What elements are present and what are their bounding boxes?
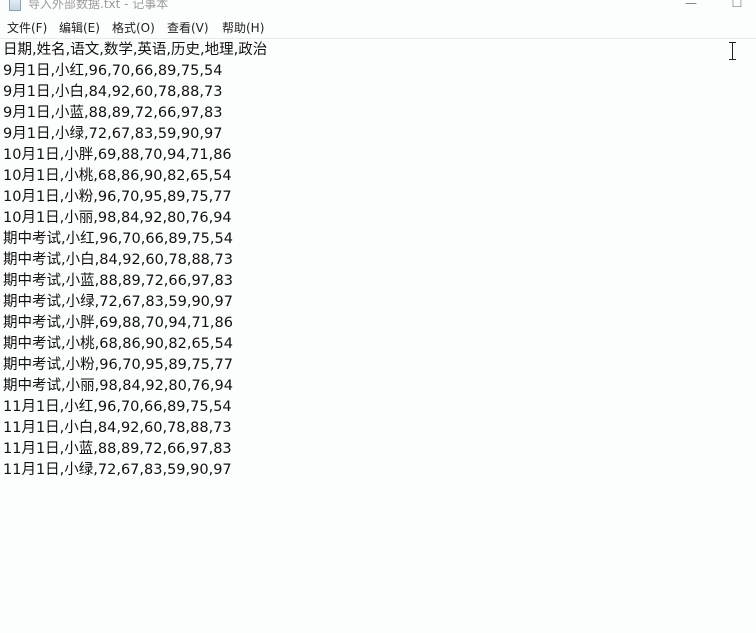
text-line[interactable]: 9月1日,小白,84,92,60,78,88,73 (3, 82, 267, 103)
menu-view[interactable]: 查看(V) (167, 19, 209, 37)
text-line[interactable]: 期中考试,小红,96,70,66,89,75,54 (3, 229, 267, 250)
minimize-button[interactable]: — (680, 0, 702, 13)
text-line[interactable]: 10月1日,小胖,69,88,70,94,71,86 (3, 145, 267, 166)
text-line[interactable]: 9月1日,小红,96,70,66,89,75,54 (3, 61, 267, 82)
text-line[interactable]: 9月1日,小绿,72,67,83,59,90,97 (3, 124, 267, 145)
text-line[interactable]: 期中考试,小白,84,92,60,78,88,73 (3, 250, 267, 271)
maximize-button[interactable]: ☐ (726, 0, 748, 13)
text-line[interactable]: 10月1日,小粉,96,70,95,89,75,77 (3, 187, 267, 208)
text-line[interactable]: 期中考试,小绿,72,67,83,59,90,97 (3, 292, 267, 313)
document-text: 日期,姓名,语文,数学,英语,历史,地理,政治 9月1日,小红,96,70,66… (3, 40, 267, 481)
text-editor-area[interactable]: 日期,姓名,语文,数学,英语,历史,地理,政治 9月1日,小红,96,70,66… (0, 39, 756, 633)
notepad-icon (9, 0, 21, 11)
text-line[interactable]: 期中考试,小丽,98,84,92,80,76,94 (3, 376, 267, 397)
text-line[interactable]: 9月1日,小蓝,88,89,72,66,97,83 (3, 103, 267, 124)
text-line[interactable]: 期中考试,小粉,96,70,95,89,75,77 (3, 355, 267, 376)
text-line[interactable]: 11月1日,小白,84,92,60,78,88,73 (3, 418, 267, 439)
notepad-window: 导入外部数据.txt - 记事本 — ☐ 文件(F) 编辑(E) 格式(O) 查… (0, 0, 756, 633)
menu-format[interactable]: 格式(O) (112, 19, 155, 37)
text-line[interactable]: 11月1日,小红,96,70,66,89,75,54 (3, 397, 267, 418)
text-line[interactable]: 期中考试,小蓝,88,89,72,66,97,83 (3, 271, 267, 292)
title-bar[interactable]: 导入外部数据.txt - 记事本 — ☐ (0, 0, 756, 17)
text-line[interactable]: 10月1日,小丽,98,84,92,80,76,94 (3, 208, 267, 229)
menu-edit[interactable]: 编辑(E) (59, 19, 100, 37)
menu-file[interactable]: 文件(F) (7, 19, 47, 37)
text-cursor-icon (728, 42, 737, 60)
text-line[interactable]: 11月1日,小绿,72,67,83,59,90,97 (3, 460, 267, 481)
text-line[interactable]: 日期,姓名,语文,数学,英语,历史,地理,政治 (3, 40, 267, 61)
menu-help[interactable]: 帮助(H) (222, 19, 264, 37)
text-line[interactable]: 11月1日,小蓝,88,89,72,66,97,83 (3, 439, 267, 460)
menu-bar: 文件(F) 编辑(E) 格式(O) 查看(V) 帮助(H) (0, 19, 756, 37)
window-title: 导入外部数据.txt - 记事本 (28, 0, 169, 11)
text-line[interactable]: 期中考试,小胖,69,88,70,94,71,86 (3, 313, 267, 334)
text-line[interactable]: 10月1日,小桃,68,86,90,82,65,54 (3, 166, 267, 187)
text-line[interactable]: 期中考试,小桃,68,86,90,82,65,54 (3, 334, 267, 355)
